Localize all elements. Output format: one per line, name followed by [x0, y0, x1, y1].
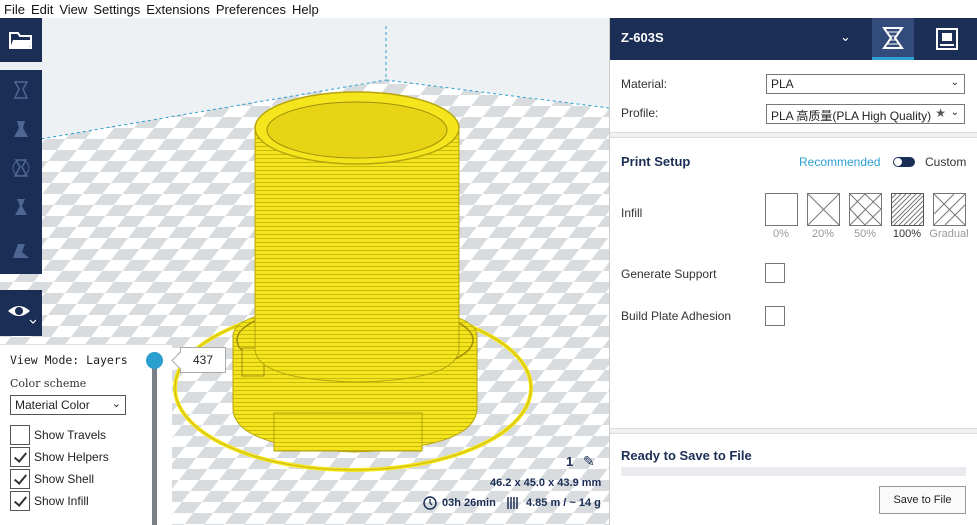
custom-mode-label[interactable]: Custom [925, 155, 966, 169]
show-infill-label: Show Infill [34, 494, 89, 508]
menu-file[interactable]: File [4, 2, 25, 17]
infill-gradual-option[interactable] [933, 193, 966, 226]
rotate-icon [12, 158, 30, 177]
infill-gradual-label: Gradual [929, 228, 969, 240]
checkbox-box[interactable] [10, 491, 30, 511]
material-usage-value: 4.85 m / ~ 14 g [526, 497, 601, 509]
star-icon: ★ [935, 106, 946, 120]
checkbox-box[interactable] [10, 447, 30, 467]
show-shell-label: Show Shell [34, 472, 95, 486]
material-label: Material: [621, 77, 668, 91]
print-time: 03h 26min [423, 496, 496, 510]
generate-support-label: Generate Support [621, 267, 717, 281]
build-plate-adhesion-checkbox[interactable] [765, 306, 785, 326]
show-shell-checkbox[interactable]: Show Shell [10, 469, 94, 489]
folder-icon [9, 32, 32, 49]
eye-icon [8, 306, 36, 324]
printer-monitor-icon [936, 28, 958, 50]
view-mode-panel: View Mode: Layers Color scheme Material … [0, 344, 172, 525]
checkbox-box[interactable] [10, 425, 30, 445]
clock-icon [423, 496, 437, 510]
menu-extensions[interactable]: Extensions [146, 2, 210, 17]
ready-status: Ready to Save to File [621, 448, 752, 463]
save-to-file-button[interactable]: Save to File [879, 486, 966, 514]
left-toolbar [0, 18, 42, 336]
translate-tool-button[interactable] [0, 70, 42, 109]
profile-label: Profile: [621, 106, 659, 120]
layer-slider-track[interactable] [152, 362, 157, 525]
menu-settings[interactable]: Settings [93, 2, 140, 17]
show-travels-checkbox[interactable]: Show Travels [10, 425, 106, 445]
view-mode-title: View Mode: Layers [10, 353, 128, 367]
material-value: PLA [771, 77, 794, 91]
mirror-icon [15, 198, 27, 215]
checkbox-box[interactable] [10, 469, 30, 489]
view-mode-button[interactable] [0, 290, 42, 336]
move-icon [13, 80, 29, 99]
menu-edit[interactable]: Edit [31, 2, 53, 17]
model-dimensions: 46.2 x 45.0 x 43.9 mm [490, 477, 602, 489]
show-helpers-checkbox[interactable]: Show Helpers [10, 447, 109, 467]
pencil-icon[interactable]: ✎ [583, 453, 595, 470]
recommended-mode-label[interactable]: Recommended [799, 155, 880, 169]
menu-preferences[interactable]: Preferences [216, 2, 286, 17]
slicing-progress-bar [621, 467, 966, 476]
chevron-down-icon: ⌄ [950, 107, 959, 118]
color-scheme-value: Material Color [15, 398, 90, 412]
infill-100-option[interactable] [891, 193, 924, 226]
section-divider [610, 132, 977, 138]
infill-50-label: 50% [853, 228, 877, 240]
infill-gradual-icon [933, 193, 966, 226]
menu-view[interactable]: View [59, 2, 87, 17]
material-usage: 4.85 m / ~ 14 g [506, 496, 601, 510]
material-select[interactable]: PLA ⌄ [766, 74, 965, 94]
mirror-tool-button[interactable] [0, 187, 42, 226]
scale-tool-button[interactable] [0, 109, 42, 148]
rotate-tool-button[interactable] [0, 148, 42, 187]
color-scheme-label: Color scheme [10, 377, 87, 390]
menu-help[interactable]: Help [292, 2, 319, 17]
chevron-down-icon: ⌄ [950, 77, 959, 88]
infill-50-icon [849, 193, 882, 226]
show-travels-label: Show Travels [34, 428, 107, 442]
prepare-mode-button[interactable] [872, 18, 914, 60]
infill-label: Infill [621, 206, 643, 220]
print-setup-title: Print Setup [621, 154, 691, 169]
color-scheme-select[interactable]: Material Color ⌄ [10, 395, 126, 415]
infill-50-option[interactable] [849, 193, 882, 226]
filament-icon [507, 497, 518, 509]
infill-100-label: 100% [892, 228, 922, 240]
setup-mode-toggle[interactable] [893, 157, 915, 167]
chevron-down-icon: ⌄ [111, 398, 121, 410]
print-time-value: 03h 26min [442, 497, 496, 509]
section-divider [610, 428, 977, 434]
infill-100-icon [891, 193, 924, 226]
printer-name[interactable]: Z-603S [621, 30, 664, 45]
sidebar-header: Z-603S ⌄ [610, 18, 977, 60]
generate-support-checkbox[interactable] [765, 263, 785, 283]
layers-icon [882, 26, 904, 49]
build-plate-adhesion-label: Build Plate Adhesion [621, 309, 732, 323]
menu-bar: File Edit View Settings Extensions Prefe… [0, 0, 977, 18]
monitor-mode-button[interactable] [926, 18, 968, 60]
infill-20-icon [807, 193, 840, 226]
object-count: 1 [566, 454, 574, 469]
chevron-down-icon[interactable]: ⌄ [840, 29, 851, 45]
infill-0-option[interactable] [765, 193, 798, 226]
settings-sidebar: Z-603S ⌄ Material: PLA ⌄ Profile: PLA 高质… [609, 18, 977, 525]
profile-select[interactable]: PLA 高质量(PLA High Quality) ★ ⌄ [766, 104, 965, 124]
settings-model-icon [13, 244, 29, 258]
profile-value: PLA 高质量(PLA High Quality) [771, 109, 932, 123]
per-model-settings-button[interactable] [0, 226, 42, 274]
layer-number-input[interactable]: 437 [180, 347, 226, 373]
open-file-button[interactable] [0, 18, 42, 62]
show-infill-checkbox[interactable]: Show Infill [10, 491, 89, 511]
scale-icon [14, 120, 28, 137]
infill-20-label: 20% [811, 228, 835, 240]
infill-20-option[interactable] [807, 193, 840, 226]
show-helpers-label: Show Helpers [34, 450, 109, 464]
infill-0-label: 0% [773, 228, 789, 240]
layer-slider-handle[interactable] [146, 352, 163, 369]
